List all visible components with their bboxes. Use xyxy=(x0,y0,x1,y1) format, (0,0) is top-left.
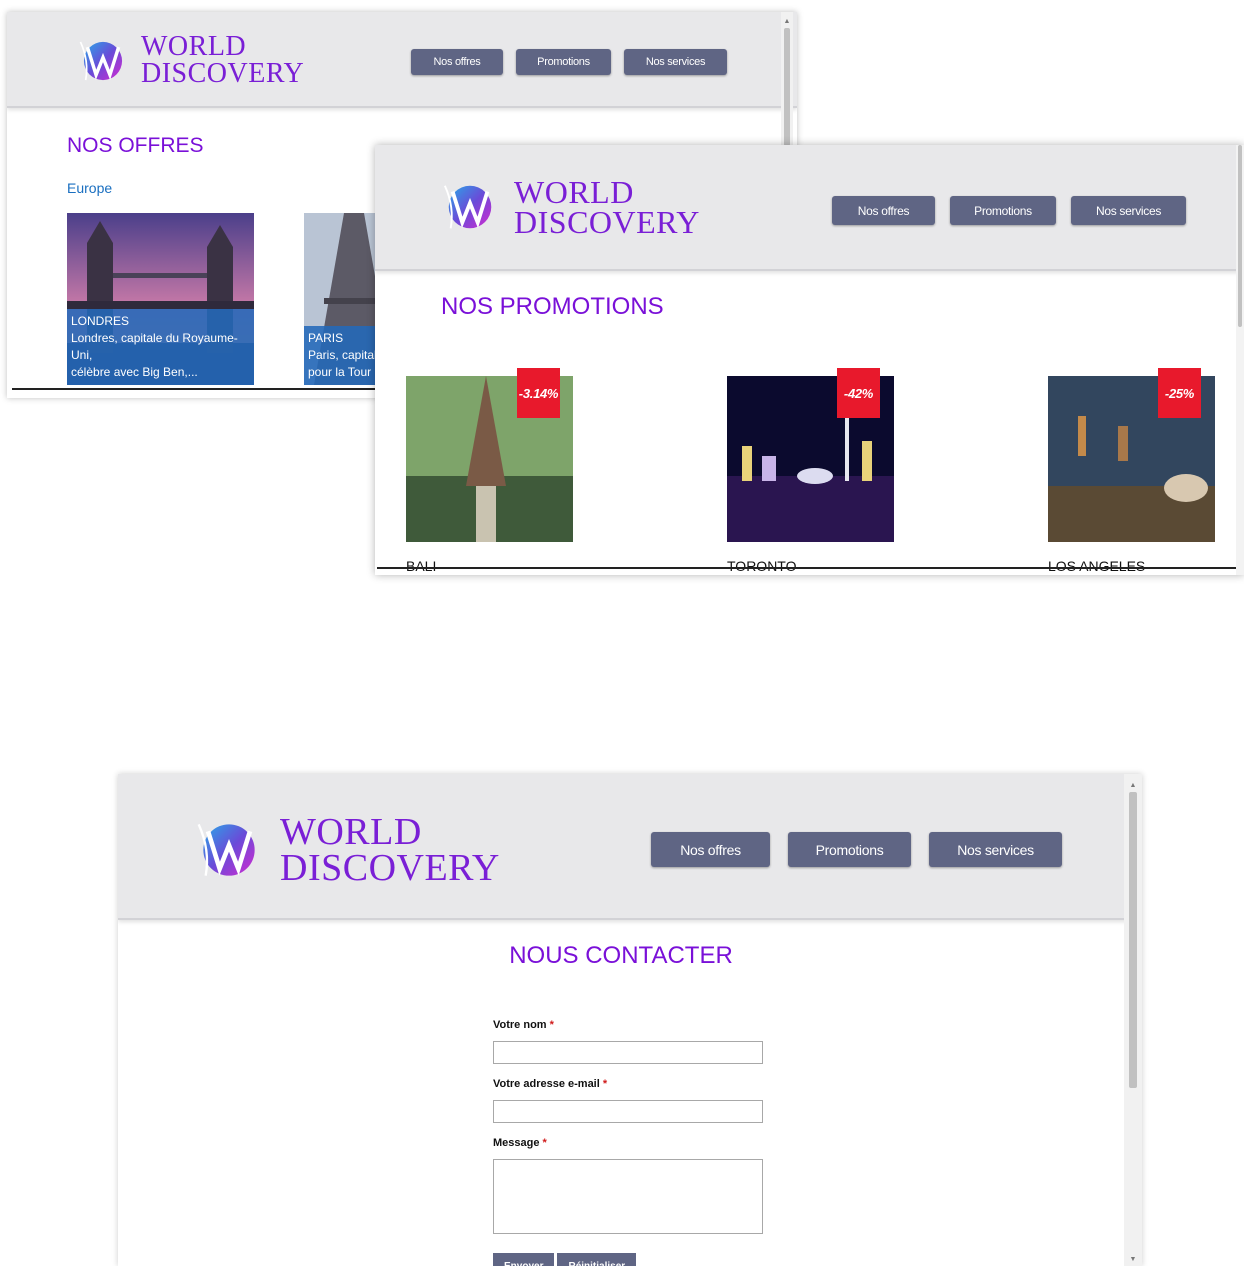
site-logo[interactable]: WORLD DISCOVERY xyxy=(194,811,500,890)
promo-name: BALI xyxy=(406,558,437,574)
logo-line-discovery: DISCOVERY xyxy=(280,847,500,890)
scrollbar-thumb[interactable] xyxy=(1129,792,1137,1088)
card-description-line1: Londres, capitale du Royaume-Uni, xyxy=(71,331,238,362)
site-header: WORLD DISCOVERY Nos offres Promotions No… xyxy=(375,145,1244,271)
nav-promotions-button[interactable]: Promotions xyxy=(516,49,611,75)
card-city: LONDRES xyxy=(71,314,130,328)
site-logo[interactable]: WORLD DISCOVERY xyxy=(441,174,700,241)
message-field[interactable] xyxy=(493,1159,763,1234)
promo-name: TORONTO xyxy=(727,558,797,574)
scroll-down-icon[interactable]: ▼ xyxy=(1124,1256,1142,1264)
scrollbar[interactable]: ▲ ▼ xyxy=(1124,774,1142,1266)
logo-text: WORLD DISCOVERY xyxy=(280,811,500,890)
logo-text: WORLD DISCOVERY xyxy=(514,174,700,241)
nav-nos-services-button[interactable]: Nos services xyxy=(1071,196,1186,225)
promo-card-los-angeles[interactable]: -25% LOS ANGELES xyxy=(1048,368,1215,574)
email-label: Votre adresse e-mail * xyxy=(493,1078,608,1090)
world-discovery-logo-icon xyxy=(443,185,492,229)
logo-line-discovery: DISCOVERY xyxy=(514,204,700,241)
page-title: NOUS CONTACTER xyxy=(509,942,733,969)
required-mark: * xyxy=(542,1137,547,1149)
scrollbar-thumb[interactable] xyxy=(784,28,790,146)
site-logo[interactable]: WORLD DISCOVERY xyxy=(77,31,305,89)
world-discovery-logo-icon xyxy=(197,823,255,876)
logo-line-world: WORLD xyxy=(141,31,247,62)
nav-nos-services-button[interactable]: Nos services xyxy=(929,832,1062,867)
promo-image: -25% xyxy=(1048,368,1215,542)
contact-window: WORLD DISCOVERY Nos offres Promotions No… xyxy=(118,774,1142,1266)
logo-line-world: WORLD xyxy=(280,811,422,853)
promo-image: -3.14% xyxy=(406,368,573,542)
nav-nos-offres-button[interactable]: Nos offres xyxy=(411,49,503,75)
nav-promotions-button[interactable]: Promotions xyxy=(788,832,911,867)
card-description-line2: célèbre avec Big Ben,... xyxy=(71,365,198,379)
scrollbar[interactable] xyxy=(1236,145,1244,575)
promo-image: -42% xyxy=(727,368,894,542)
required-mark: * xyxy=(549,1019,554,1031)
divider xyxy=(377,567,1244,569)
main-nav: Nos offres Promotions Nos services xyxy=(411,49,727,75)
page-title: NOS PROMOTIONS xyxy=(441,293,664,320)
main-nav: Nos offres Promotions Nos services xyxy=(832,196,1186,225)
email-field[interactable] xyxy=(493,1100,763,1123)
promo-name: LOS ANGELES xyxy=(1048,558,1146,574)
nav-nos-services-button[interactable]: Nos services xyxy=(624,49,727,75)
scroll-up-icon[interactable]: ▲ xyxy=(1124,782,1142,790)
world-discovery-logo-icon xyxy=(79,41,123,80)
message-label: Message * xyxy=(493,1137,547,1149)
main-nav: Nos offres Promotions Nos services xyxy=(651,832,1062,867)
card-caption: LONDRES Londres, capitale du Royaume-Uni… xyxy=(67,309,254,385)
offer-card-londres[interactable]: LONDRES Londres, capitale du Royaume-Uni… xyxy=(67,213,254,385)
reset-button[interactable]: Réinitialiser xyxy=(557,1253,637,1266)
promotions-window: WORLD DISCOVERY Nos offres Promotions No… xyxy=(375,145,1244,575)
form-buttons: Envoyer Réinitialiser xyxy=(493,1253,773,1266)
nav-promotions-button[interactable]: Promotions xyxy=(950,196,1056,225)
contact-form: Votre nom * Votre adresse e-mail * Messa… xyxy=(493,1019,773,1266)
discount-badge: -3.14% xyxy=(517,368,560,418)
site-header: WORLD DISCOVERY Nos offres Promotions No… xyxy=(7,12,797,108)
logo-text: WORLD DISCOVERY xyxy=(141,31,305,89)
region-label: Europe xyxy=(67,180,113,196)
page-title: NOS OFFRES xyxy=(67,134,204,157)
discount-badge: -25% xyxy=(1158,368,1201,418)
logo-line-discovery: DISCOVERY xyxy=(141,57,305,89)
promo-card-toronto[interactable]: -42% TORONTO xyxy=(727,368,894,574)
submit-button[interactable]: Envoyer xyxy=(493,1253,555,1266)
required-mark: * xyxy=(602,1078,608,1090)
promo-card-bali[interactable]: -3.14% BALI xyxy=(406,368,573,574)
name-field[interactable] xyxy=(493,1041,763,1064)
logo-line-world: WORLD xyxy=(514,174,634,210)
scroll-up-icon[interactable]: ▲ xyxy=(781,18,793,26)
discount-badge: -42% xyxy=(837,368,880,418)
site-header: WORLD DISCOVERY Nos offres Promotions No… xyxy=(118,774,1142,920)
nav-nos-offres-button[interactable]: Nos offres xyxy=(832,196,935,225)
name-label: Votre nom * xyxy=(493,1019,554,1031)
nav-nos-offres-button[interactable]: Nos offres xyxy=(651,832,770,867)
scrollbar-thumb[interactable] xyxy=(1238,145,1242,327)
